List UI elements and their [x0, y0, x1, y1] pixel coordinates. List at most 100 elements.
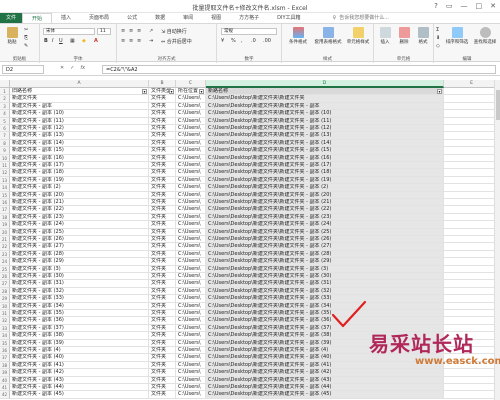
cell-file-type[interactable]: 文件夹	[149, 139, 176, 148]
number-format-select[interactable]: 常规	[221, 28, 277, 35]
indent-icon[interactable]: ⇥	[149, 38, 153, 44]
empty-cell[interactable]	[444, 280, 494, 288]
cell-new-name[interactable]: C:\Users\Desktop\新建文件夹\新建文件夹 - 副本 (13)	[206, 132, 444, 140]
autosum-icon[interactable]: Σ	[436, 27, 439, 33]
cell-location[interactable]: C:\Users\	[176, 199, 206, 207]
percent-icon[interactable]: %	[231, 38, 236, 44]
cell-location[interactable]: C:\Users\	[176, 361, 206, 370]
cell-old-name[interactable]: 新建文件夹 - 副本 (12)	[10, 125, 149, 133]
cell-file-type[interactable]: 文件夹	[149, 273, 176, 281]
italic-icon[interactable]: I	[52, 38, 53, 44]
cell-file-type[interactable]: 文件夹	[149, 169, 176, 177]
merge-center-button[interactable]: ⇔ 合并后居中	[161, 38, 192, 45]
row-number[interactable]: 34	[0, 332, 10, 340]
cell-location[interactable]: C:\Users\	[176, 147, 206, 155]
empty-cell[interactable]	[444, 125, 494, 133]
align-right-icon[interactable]: ≡	[137, 38, 141, 44]
row-number[interactable]: 36	[0, 347, 10, 355]
cell-location[interactable]: C:\Users\	[176, 117, 206, 125]
align-center-icon[interactable]: ≡	[129, 38, 133, 44]
cell-new-name[interactable]: C:\Users\Desktop\新建文件夹\新建文件夹 - 副本 (29)	[206, 258, 444, 266]
align-left-icon[interactable]: ≡	[121, 38, 125, 44]
cell-new-name[interactable]: C:\Users\Desktop\新建文件夹\新建文件夹 - 副本 (14)	[206, 139, 444, 148]
cell-location[interactable]: C:\Users\	[176, 162, 206, 170]
filter-dropdown-icon[interactable]: ▾	[142, 89, 147, 94]
orientation-icon[interactable]: ↗	[149, 28, 153, 34]
empty-cell[interactable]	[444, 214, 494, 222]
cell-old-name[interactable]: 新建文件夹 - 副本 (30)	[10, 273, 149, 281]
cell-old-name[interactable]: 新建文件夹 - 副本 (32)	[10, 287, 149, 296]
row-number[interactable]: 42	[0, 391, 10, 399]
row-number[interactable]: 10	[0, 154, 10, 162]
cell-new-name[interactable]: C:\Users\Desktop\新建文件夹\新建文件夹 - 副本 (36)	[206, 317, 444, 325]
cell-file-type[interactable]: 文件夹	[149, 125, 176, 133]
row-number[interactable]: 19	[0, 221, 10, 229]
cell-file-type[interactable]: 文件夹	[149, 258, 176, 266]
row-number[interactable]: 38	[0, 361, 10, 370]
row-number[interactable]: 7	[0, 132, 10, 140]
cut-icon[interactable]: ✂	[24, 27, 28, 33]
name-box[interactable]: D2	[2, 65, 44, 74]
cell-new-name[interactable]: C:\Users\Desktop\新建文件夹\新建文件夹 - 副本 (16)	[206, 154, 444, 162]
row-number[interactable]: 33	[0, 324, 10, 333]
empty-cell[interactable]	[444, 391, 494, 399]
empty-cell[interactable]	[444, 229, 494, 236]
empty-cell[interactable]	[444, 251, 494, 259]
cell-file-type[interactable]: 文件夹	[149, 339, 176, 347]
vertical-scrollbar[interactable]	[494, 80, 500, 400]
row-number[interactable]: 26	[0, 273, 10, 281]
cell-location[interactable]: C:\Users\	[176, 154, 206, 162]
cell-old-name[interactable]: 新建文件夹 - 副本 (31)	[10, 280, 149, 288]
currency-icon[interactable]: ¥	[221, 38, 224, 44]
cell-file-type[interactable]: 文件夹	[149, 369, 176, 377]
cell-new-name[interactable]: C:\Users\Desktop\新建文件夹\新建文件夹 - 副本 (22)	[206, 206, 444, 214]
row-number[interactable]: 39	[0, 369, 10, 377]
cell-old-name[interactable]: 新建文件夹 - 副本 (44)	[10, 384, 149, 392]
row-number[interactable]: 15	[0, 191, 10, 199]
underline-icon[interactable]: U	[59, 38, 63, 44]
cell-file-type[interactable]: 文件夹	[149, 95, 176, 103]
filter-dropdown-icon[interactable]: ▾	[199, 89, 204, 94]
cell-location[interactable]: C:\Users\	[176, 169, 206, 177]
cell-new-name[interactable]: C:\Users\Desktop\新建文件夹\新建文件夹 - 副本 (21)	[206, 199, 444, 207]
cell-location[interactable]: C:\Users\	[176, 102, 206, 111]
cell-old-name[interactable]: 新建文件夹 - 副本 (40)	[10, 354, 149, 362]
cell-old-name[interactable]: 新建文件夹 - 副本 (11)	[10, 117, 149, 125]
empty-cell[interactable]	[444, 273, 494, 281]
cell-old-name[interactable]: 新建文件夹 - 副本 (4)	[10, 347, 149, 355]
cell-file-type[interactable]: 文件夹	[149, 176, 176, 185]
format-painter-icon[interactable]: ✎	[24, 43, 28, 49]
empty-cell[interactable]	[444, 206, 494, 214]
cell-file-type[interactable]: 文件夹	[149, 228, 176, 236]
empty-cell[interactable]	[444, 243, 494, 251]
cell-location[interactable]: C:\Users\	[176, 324, 206, 333]
cell-location[interactable]: C:\Users\	[176, 110, 206, 118]
format-cells-button[interactable]: 格式	[414, 27, 432, 45]
cell-old-name[interactable]: 新建文件夹 - 副本 (36)	[10, 317, 149, 325]
column-header-e[interactable]: E	[444, 80, 500, 88]
cell-old-name[interactable]: 新建文件夹 - 副本 (41)	[10, 361, 149, 370]
cell-location[interactable]: C:\Users\	[176, 339, 206, 347]
cell-location[interactable]: C:\Users\	[176, 332, 206, 340]
cell-styles-button[interactable]: 单元格样式	[344, 27, 372, 45]
tab-home[interactable]: 开始	[22, 13, 53, 23]
cell-old-name[interactable]: 新建文件夹 - 副本 (37)	[10, 324, 149, 333]
tab-data[interactable]: 数据	[146, 13, 174, 23]
cell-old-name[interactable]: 新建文件夹 - 副本 (45)	[10, 391, 149, 399]
empty-cell[interactable]	[444, 384, 494, 392]
cell-new-name[interactable]: C:\Users\Desktop\新建文件夹\新建文件夹 - 副本 (20)	[206, 191, 444, 199]
cell-file-type[interactable]: 文件夹	[149, 302, 176, 310]
wrap-text-button[interactable]: ⇲ 自动换行	[161, 28, 187, 35]
cell-location[interactable]: C:\Users\	[176, 191, 206, 199]
cell-old-name[interactable]: 新建文件夹 - 副本 (18)	[10, 169, 149, 177]
cell-file-type[interactable]: 文件夹	[149, 332, 176, 340]
cell-file-type[interactable]: 文件夹	[149, 295, 176, 303]
font-size-select[interactable]: 11	[97, 28, 111, 35]
tab-fangfanggezi[interactable]: 方方格子	[230, 13, 268, 23]
empty-cell[interactable]	[444, 199, 494, 207]
empty-cell[interactable]	[444, 221, 494, 229]
font-name-select[interactable]: 宋体	[43, 28, 95, 35]
empty-cell[interactable]	[444, 169, 494, 177]
conditional-format-button[interactable]: 条件格式	[284, 27, 312, 45]
copy-icon[interactable]: ⎘	[24, 35, 28, 41]
